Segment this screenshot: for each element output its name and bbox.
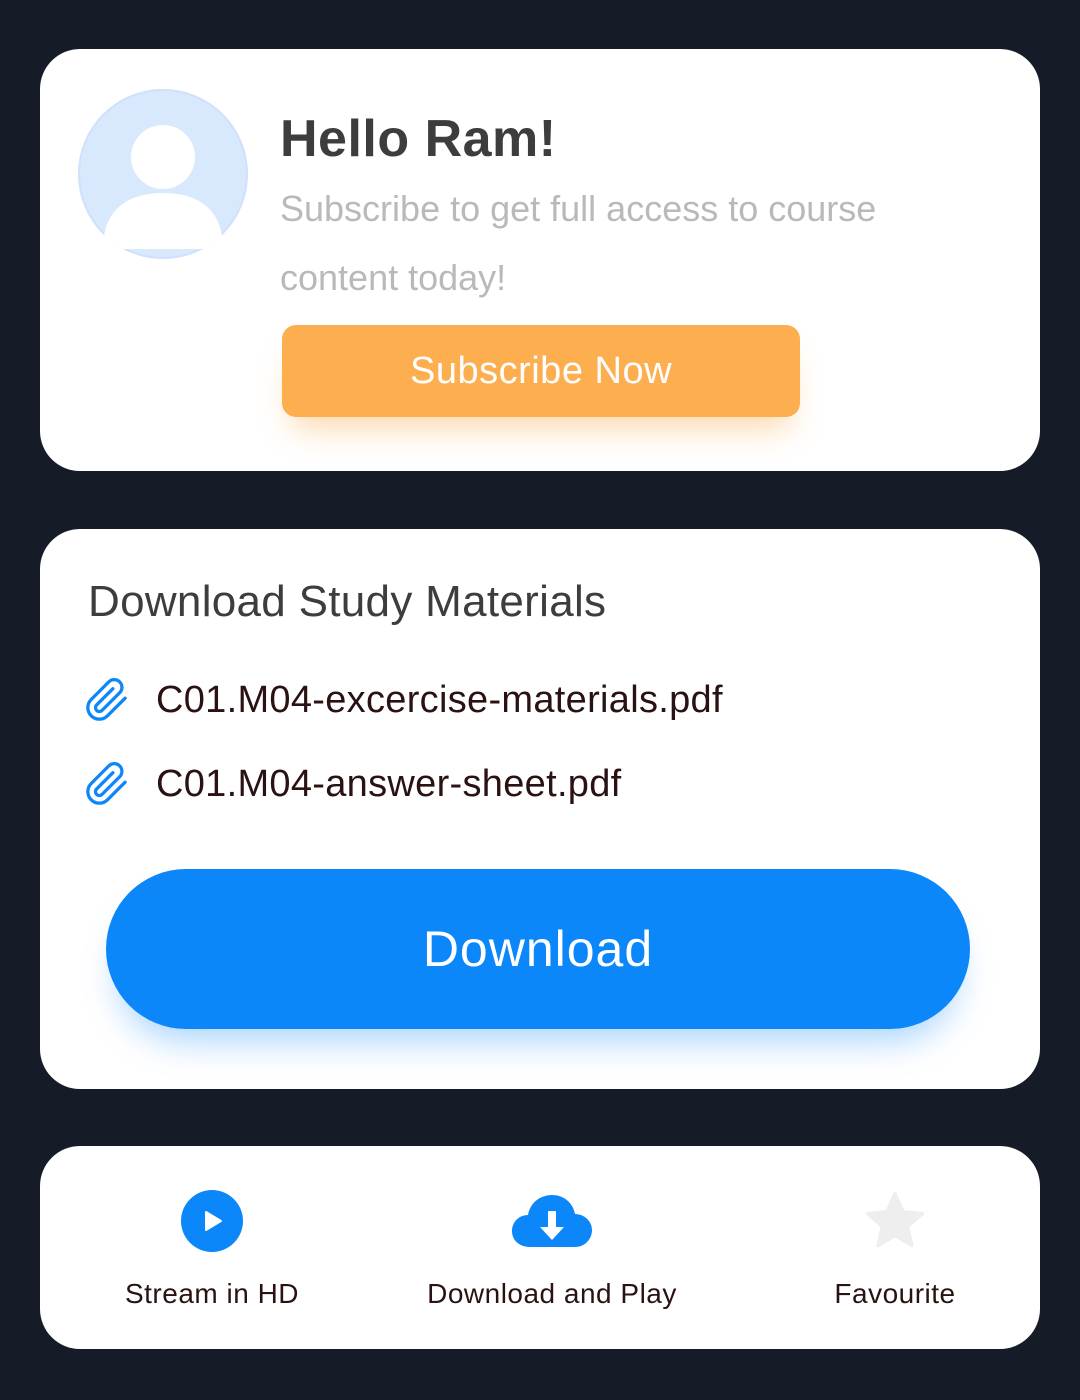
action-label: Download and Play <box>427 1278 677 1309</box>
user-avatar-icon <box>78 89 248 259</box>
action-label: Favourite <box>834 1278 956 1309</box>
file-link-excercise-materials[interactable]: C01.M04-excercise-materials.pdf <box>84 675 723 725</box>
file-link-answer-sheet[interactable]: C01.M04-answer-sheet.pdf <box>84 759 622 809</box>
greeting-title: Hello Ram! <box>280 110 557 168</box>
actions-card: Stream in HD Download and Play Favourite <box>40 1146 1040 1349</box>
greeting-card: Hello Ram! Subscribe to get full access … <box>40 49 1040 471</box>
action-label: Stream in HD <box>124 1278 300 1309</box>
star-icon <box>865 1191 925 1248</box>
stream-in-hd-action[interactable]: Stream in HD <box>112 1186 312 1310</box>
file-name: C01.M04-excercise-materials.pdf <box>156 678 723 721</box>
play-circle-icon <box>181 1190 243 1252</box>
file-name: C01.M04-answer-sheet.pdf <box>156 762 622 805</box>
paperclip-icon <box>86 762 127 805</box>
download-button[interactable]: Download <box>106 869 970 1029</box>
study-materials-title: Download Study Materials <box>88 577 607 626</box>
cloud-download-icon <box>512 1195 592 1247</box>
favourite-action[interactable]: Favourite <box>810 1186 980 1310</box>
paperclip-icon <box>86 678 127 721</box>
study-materials-card: Download Study Materials C01.M04-excerci… <box>40 529 1040 1089</box>
greeting-subtitle: Subscribe to get full access to course c… <box>280 188 877 298</box>
download-and-play-action[interactable]: Download and Play <box>412 1186 692 1310</box>
subscribe-now-button[interactable]: Subscribe Now <box>282 325 800 417</box>
